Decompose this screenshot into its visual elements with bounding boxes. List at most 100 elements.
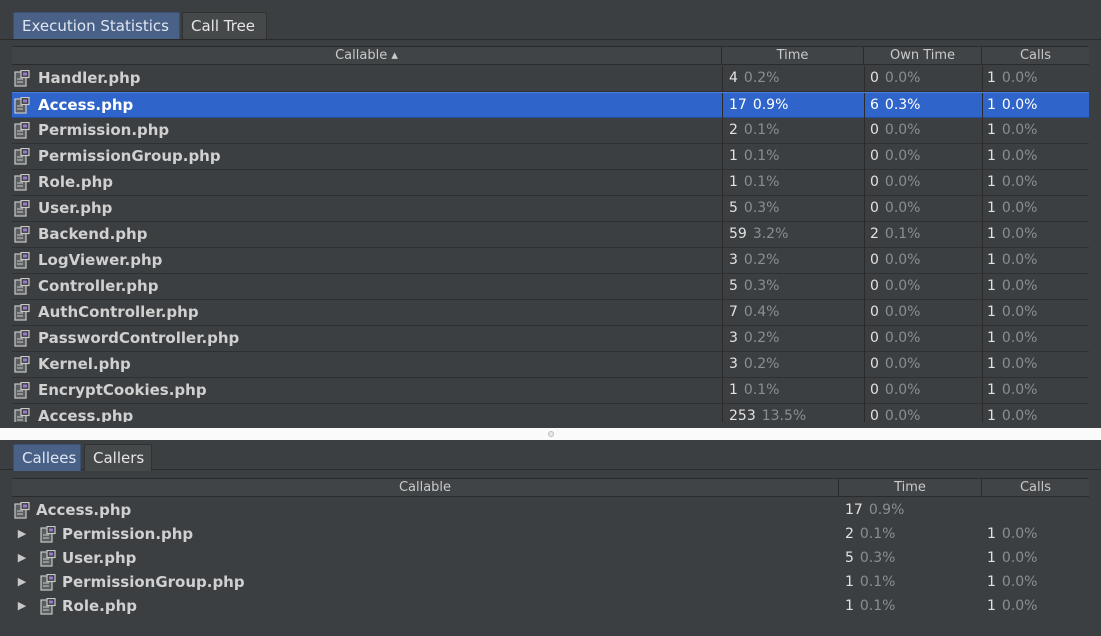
execution-statistics-table: Callable ▴ Time Own Time Calls Handler.p… (12, 46, 1089, 422)
calls-value: 1 (987, 408, 996, 422)
own-time-value: 0 (870, 174, 879, 190)
pane-splitter[interactable] (0, 428, 1101, 440)
table-row[interactable]: PermissionGroup.php 1 0.1% 0 0.0% 1 0.0% (12, 144, 1089, 170)
time-value: 2 (729, 122, 738, 138)
table-row[interactable]: EncryptCookies.php 1 0.1% 0 0.0% 1 0.0% (12, 378, 1089, 404)
time-pct: 0.2% (743, 330, 780, 346)
column-header-callable[interactable]: Callable ▴ (12, 47, 722, 65)
own-time-cell: 0 0.0% (864, 352, 982, 378)
own-time-pct: 0.0% (884, 408, 921, 422)
own-time-pct: 0.0% (884, 330, 921, 346)
own-time-value: 0 (870, 252, 879, 268)
table-row[interactable]: Access.php 253 13.5% 0 0.0% 1 0.0% (12, 404, 1089, 422)
callee-calls: 1 0.0% (987, 570, 1087, 594)
callable-name: Access.php (38, 96, 134, 114)
time-value: 17 (729, 97, 747, 113)
tab-callers[interactable]: Callers (84, 444, 152, 471)
own-time-cell: 0 0.0% (864, 326, 982, 352)
callable-name: Access.php (38, 407, 134, 422)
table-row[interactable]: Access.php 17 0.9% 6 0.3% 1 0.0% (12, 92, 1089, 119)
column-header-own-time[interactable]: Own Time (864, 47, 982, 65)
table-row[interactable]: Permission.php 2 0.1% 0 0.0% 1 0.0% (12, 118, 1089, 144)
column-header-calls[interactable]: Calls (982, 47, 1089, 65)
calls-value: 1 (987, 148, 996, 164)
table-row[interactable]: Kernel.php 3 0.2% 0 0.0% 1 0.0% (12, 352, 1089, 378)
own-time-pct: 0.0% (884, 70, 921, 86)
own-time-pct: 0.3% (884, 97, 921, 113)
callee-time-pct: 0.1% (859, 598, 896, 614)
tab-call-tree[interactable]: Call Tree (182, 12, 267, 39)
callee-row[interactable]: ▶ PermissionGroup.php 1 0.1% 1 0.0% (12, 570, 1089, 594)
table-row[interactable]: Role.php 1 0.1% 0 0.0% 1 0.0% (12, 170, 1089, 196)
callee-calls-pct: 0.0% (1001, 550, 1038, 566)
tab-execution-statistics[interactable]: Execution Statistics (13, 12, 180, 39)
callee-calls: 1 0.0% (987, 594, 1087, 618)
callee-row[interactable]: ▶ Role.php 1 0.1% 1 0.0% (12, 594, 1089, 618)
callee-calls-pct: 0.0% (1001, 598, 1038, 614)
callee-name: Permission.php (62, 525, 194, 543)
own-time-cell: 0 0.0% (864, 66, 982, 92)
callee-time-value: 2 (845, 526, 854, 542)
calls-value: 1 (987, 252, 996, 268)
callee-time: 1 0.1% (845, 594, 975, 618)
calls-cell: 1 0.0% (982, 352, 1089, 378)
time-cell: 3 0.2% (722, 352, 864, 378)
own-time-pct: 0.0% (884, 356, 921, 372)
table-row[interactable]: AuthController.php 7 0.4% 0 0.0% 1 0.0% (12, 300, 1089, 326)
calls-value: 1 (987, 122, 996, 138)
callee-row[interactable]: ▶ Permission.php 2 0.1% 1 0.0% (12, 522, 1089, 546)
column-header-time[interactable]: Time (722, 47, 864, 65)
own-time-pct: 0.0% (884, 382, 921, 398)
table-row[interactable]: Controller.php 5 0.3% 0 0.0% 1 0.0% (12, 274, 1089, 300)
calls-pct: 0.0% (1001, 226, 1038, 242)
callees-column-header-time[interactable]: Time (839, 479, 982, 497)
own-time-cell: 0 0.0% (864, 144, 982, 170)
stats-table-header: Callable ▴ Time Own Time Calls (12, 46, 1089, 65)
callee-time-value: 5 (845, 550, 854, 566)
own-time-value: 0 (870, 122, 879, 138)
callee-time: 5 0.3% (845, 546, 975, 570)
php-file-icon (14, 498, 36, 522)
calls-cell: 1 0.0% (982, 196, 1089, 222)
calls-cell: 1 0.0% (982, 378, 1089, 404)
table-row[interactable]: Backend.php 59 3.2% 2 0.1% 1 0.0% (12, 222, 1089, 248)
tab-callees[interactable]: Callees (13, 444, 81, 471)
table-row[interactable]: PasswordController.php 3 0.2% 0 0.0% 1 0.0% (12, 326, 1089, 352)
callees-column-header-callable[interactable]: Callable (12, 479, 839, 497)
time-cell: 7 0.4% (722, 300, 864, 326)
php-file-icon (40, 546, 62, 570)
php-file-icon (14, 144, 36, 170)
callable-name: EncryptCookies.php (38, 381, 207, 399)
callees-pane: Callees Callers Callable Time Calls Acce… (0, 440, 1101, 636)
php-file-icon (14, 378, 36, 404)
calls-pct: 0.0% (1001, 330, 1038, 346)
own-time-cell: 0 0.0% (864, 248, 982, 274)
callee-calls-value: 1 (987, 574, 996, 590)
expand-arrow-icon[interactable]: ▶ (16, 522, 28, 546)
calls-value: 1 (987, 278, 996, 294)
time-pct: 3.2% (752, 226, 789, 242)
callees-column-header-calls[interactable]: Calls (982, 479, 1089, 497)
calls-cell: 1 0.0% (982, 300, 1089, 326)
php-file-icon (14, 352, 36, 378)
time-cell: 3 0.2% (722, 248, 864, 274)
callee-root-row[interactable]: Access.php 17 0.9% (12, 498, 1089, 522)
table-row[interactable]: LogViewer.php 3 0.2% 0 0.0% 1 0.0% (12, 248, 1089, 274)
time-value: 4 (729, 70, 738, 86)
table-row[interactable]: Handler.php 4 0.2% 0 0.0% 1 0.0% (12, 66, 1089, 92)
expand-arrow-icon[interactable]: ▶ (16, 546, 28, 570)
callee-row[interactable]: ▶ User.php 5 0.3% 1 0.0% (12, 546, 1089, 570)
own-time-cell: 2 0.1% (864, 222, 982, 248)
expand-arrow-icon[interactable]: ▶ (16, 570, 28, 594)
calls-pct: 0.0% (1001, 278, 1038, 294)
time-pct: 0.1% (743, 122, 780, 138)
own-time-value: 0 (870, 382, 879, 398)
calls-pct: 0.0% (1001, 356, 1038, 372)
table-row[interactable]: User.php 5 0.3% 0 0.0% 1 0.0% (12, 196, 1089, 222)
calls-cell: 1 0.0% (982, 222, 1089, 248)
time-pct: 0.2% (743, 356, 780, 372)
own-time-value: 0 (870, 330, 879, 346)
own-time-value: 2 (870, 226, 879, 242)
splitter-grip-icon[interactable] (548, 431, 554, 437)
expand-arrow-icon[interactable]: ▶ (16, 594, 28, 618)
